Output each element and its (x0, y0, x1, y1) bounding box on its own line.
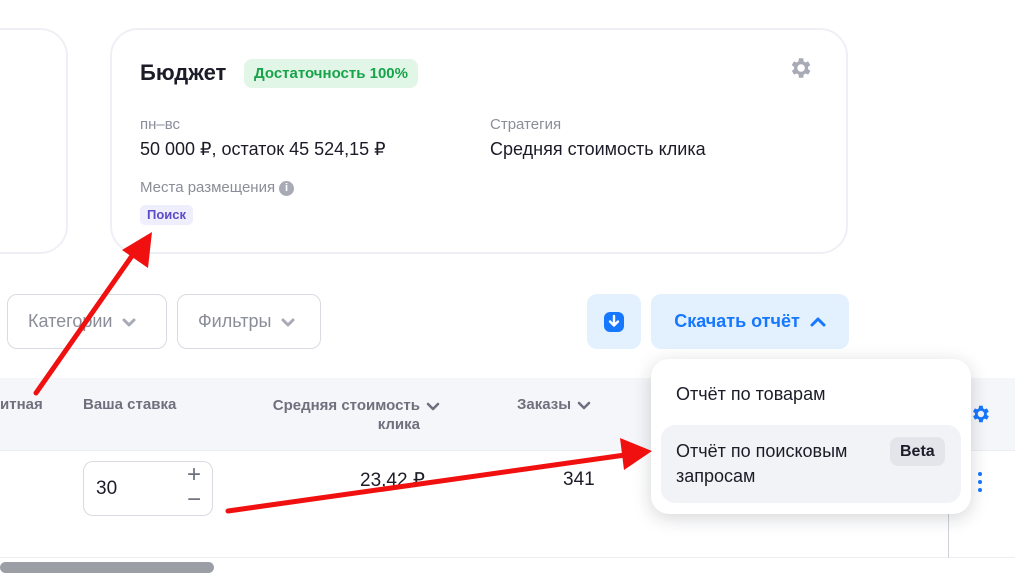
column-header-bid: Ваша ставка (83, 396, 177, 413)
categories-filter-button[interactable]: Категории (7, 294, 167, 349)
download-report-menu: Отчёт по товарам Отчёт по поисковым запр… (651, 359, 971, 514)
increment-button[interactable]: + (178, 463, 210, 488)
download-icon (604, 311, 624, 332)
beta-badge: Beta (890, 437, 945, 466)
filters-button[interactable]: Фильтры (177, 294, 321, 349)
menu-item-products-report[interactable]: Отчёт по товарам (676, 384, 825, 405)
menu-item-search-queries-report[interactable]: Отчёт по поисковым запросам Beta (661, 425, 961, 503)
menu-item-search-queries-label: Отчёт по поисковым запросам (676, 441, 848, 486)
download-report-button[interactable]: Скачать отчёт (651, 294, 849, 349)
column-header-avg-cpc[interactable]: Средняя стоимость клика (240, 396, 440, 434)
placements-label-row: Места размещения i (140, 179, 295, 196)
column-header-orders[interactable]: Заказы (517, 396, 591, 413)
chevron-down-icon (281, 318, 295, 326)
column-header-partial: итная (0, 396, 43, 413)
strategy-value: Средняя стоимость клика (490, 139, 706, 159)
bid-stepper: + − (178, 463, 210, 513)
more-actions-icon[interactable] (976, 472, 984, 492)
placements-label: Места размещения (140, 179, 276, 196)
horizontal-scrollbar-thumb[interactable] (0, 562, 214, 573)
budget-card: Бюджет Достаточность 100% пн–вс 50 000 ₽… (110, 28, 848, 254)
orders-cell: 341 (563, 469, 595, 490)
categories-filter-label: Категории (28, 311, 113, 331)
filters-label: Фильтры (198, 311, 272, 331)
chevron-down-icon (122, 318, 136, 326)
period-label: пн–вс (140, 116, 181, 133)
strategy-label: Стратегия (490, 116, 562, 133)
info-icon[interactable]: i (279, 180, 295, 196)
column-header-avg-cpc-label: Средняя стоимость клика (272, 397, 420, 433)
budget-title: Бюджет (140, 60, 227, 85)
download-icon-button[interactable] (587, 294, 641, 349)
bid-input-value[interactable]: 30 (96, 478, 117, 500)
placement-tag-search: Поиск (140, 205, 194, 225)
chevron-up-icon (810, 317, 826, 326)
decrement-button[interactable]: − (178, 488, 210, 513)
gear-icon[interactable] (787, 55, 813, 81)
chevron-down-icon (426, 402, 440, 411)
sufficiency-badge: Достаточность 100% (244, 59, 418, 88)
table-settings-gear-icon[interactable] (969, 403, 991, 425)
budget-amount: 50 000 ₽, остаток 45 524,15 ₽ (140, 139, 386, 159)
campaign-info-card-partial (0, 28, 68, 254)
download-report-label: Скачать отчёт (674, 311, 800, 331)
column-header-orders-label: Заказы (517, 396, 572, 413)
chevron-down-icon (577, 401, 591, 410)
avg-cpc-cell: 23,42 ₽ (360, 470, 425, 491)
